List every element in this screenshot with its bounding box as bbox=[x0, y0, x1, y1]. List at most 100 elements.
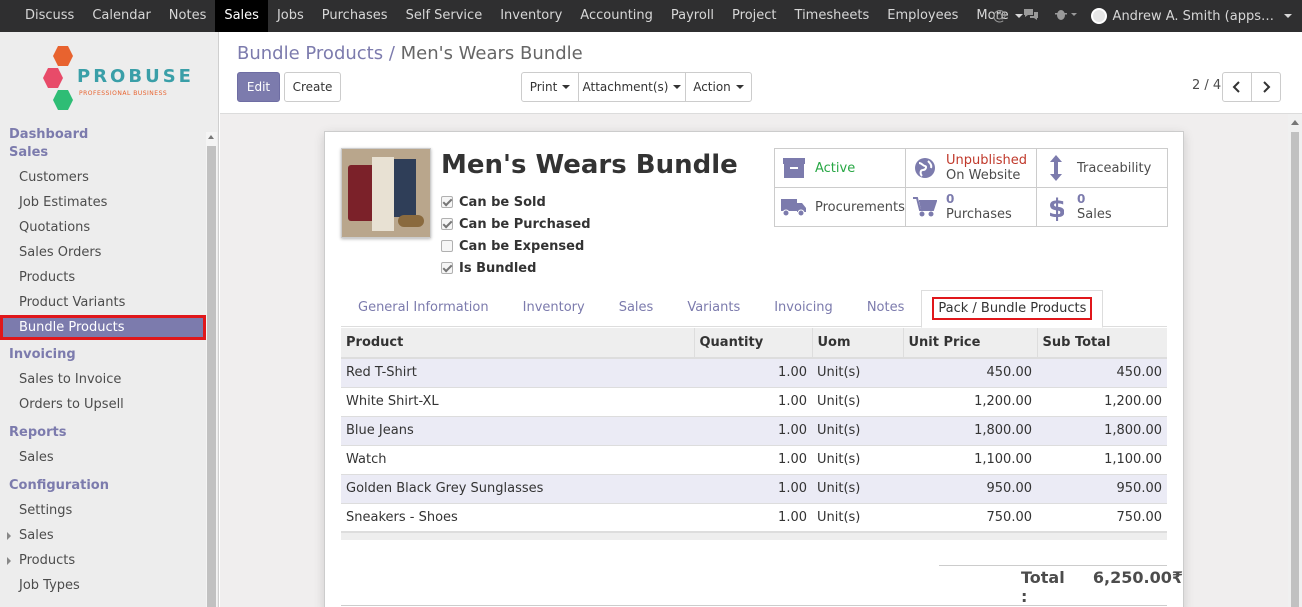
table-row[interactable]: Watch 1.00 Unit(s) 1,100.00 1,100.00 bbox=[341, 444, 1167, 474]
bug-icon[interactable] bbox=[1047, 7, 1085, 25]
table-row[interactable]: Golden Black Grey Sunglasses 1.00 Unit(s… bbox=[341, 473, 1167, 503]
edit-button[interactable]: Edit bbox=[237, 72, 280, 102]
sidebar-item-orders-to-upsell[interactable]: Orders to Upsell bbox=[0, 392, 218, 417]
breadcrumb-separator: / bbox=[383, 43, 401, 64]
breadcrumb-parent[interactable]: Bundle Products bbox=[237, 43, 383, 64]
form-view: Men's Wears Bundle Can be Sold Can be Pu… bbox=[220, 113, 1302, 607]
sidebar-item-quotations[interactable]: Quotations bbox=[0, 215, 218, 240]
top-navbar: Discuss Calendar Notes Sales Jobs Purcha… bbox=[0, 0, 1302, 32]
menu-employees[interactable]: Employees bbox=[878, 0, 967, 32]
column-header-unit-price[interactable]: Unit Price bbox=[903, 328, 1038, 359]
caret-down-icon bbox=[735, 85, 744, 89]
pager-previous-button[interactable] bbox=[1222, 72, 1252, 102]
purchases-button[interactable]: 0 Purchases bbox=[906, 188, 1037, 227]
app-menu: Discuss Calendar Notes Sales Jobs Purcha… bbox=[0, 0, 1032, 32]
cell-unit-price: 450.00 bbox=[903, 357, 1037, 387]
action-button[interactable]: Action bbox=[685, 72, 752, 102]
menu-inventory[interactable]: Inventory bbox=[491, 0, 571, 32]
sidebar-header-reports: Reports bbox=[9, 425, 67, 440]
sidebar-item-bundle-products[interactable]: Bundle Products bbox=[0, 315, 206, 340]
menu-purchases[interactable]: Purchases bbox=[313, 0, 397, 32]
website-publish-button[interactable]: Unpublished On Website bbox=[906, 149, 1037, 188]
cell-uom: Unit(s) bbox=[812, 357, 903, 387]
sidebar-scrollbar[interactable] bbox=[206, 132, 217, 607]
flag-can-be-sold: Can be Sold bbox=[441, 191, 591, 213]
table-row[interactable]: Red T-Shirt 1.00 Unit(s) 450.00 450.00 bbox=[341, 357, 1167, 387]
sidebar-item-products[interactable]: Products bbox=[0, 265, 218, 290]
menu-project[interactable]: Project bbox=[723, 0, 785, 32]
menu-notes[interactable]: Notes bbox=[160, 0, 216, 32]
tab-inventory[interactable]: Inventory bbox=[506, 289, 602, 327]
sales-button[interactable]: $ 0Sales bbox=[1037, 188, 1168, 227]
tab-pack-bundle-products[interactable]: Pack / Bundle Products bbox=[921, 290, 1104, 328]
sidebar-item-settings[interactable]: Settings bbox=[0, 498, 218, 523]
print-button[interactable]: Print bbox=[521, 72, 579, 102]
purchases-count: 0 bbox=[946, 192, 955, 206]
scroll-up-icon[interactable] bbox=[208, 135, 214, 139]
column-header-product[interactable]: Product bbox=[341, 328, 695, 359]
cell-product: Watch bbox=[341, 444, 694, 474]
pager-next-button[interactable] bbox=[1251, 72, 1281, 102]
column-header-sub-total[interactable]: Sub Total bbox=[1037, 328, 1167, 359]
scrollbar-thumb[interactable] bbox=[207, 146, 216, 607]
menu-accounting[interactable]: Accounting bbox=[571, 0, 662, 32]
cell-product: Blue Jeans bbox=[341, 415, 694, 445]
attachments-button[interactable]: Attachment(s) bbox=[578, 72, 686, 102]
menu-payroll[interactable]: Payroll bbox=[662, 0, 723, 32]
menu-timesheets[interactable]: Timesheets bbox=[786, 0, 879, 32]
cell-sub-total: 450.00 bbox=[1037, 357, 1167, 387]
sidebar-item-config-products[interactable]: Products bbox=[0, 548, 218, 573]
sidebar-item-sales-to-invoice[interactable]: Sales to Invoice bbox=[0, 367, 218, 392]
table-row[interactable]: White Shirt-XL 1.00 Unit(s) 1,200.00 1,2… bbox=[341, 386, 1167, 416]
sidebar-item-sales-orders[interactable]: Sales Orders bbox=[0, 240, 218, 265]
procurements-button[interactable]: Procurements bbox=[775, 188, 906, 227]
tab-variants[interactable]: Variants bbox=[670, 289, 757, 327]
column-header-uom[interactable]: Uom bbox=[812, 328, 904, 359]
logo-subtext: PROFESSIONAL BUSINESS bbox=[79, 90, 168, 97]
sidebar-item-label: Sales bbox=[19, 528, 54, 543]
product-image[interactable] bbox=[341, 148, 431, 238]
active-toggle-button[interactable]: Active bbox=[775, 149, 906, 188]
arrows-vertical-icon bbox=[1043, 155, 1069, 181]
chat-icon[interactable] bbox=[1015, 7, 1047, 25]
at-icon[interactable]: @ bbox=[985, 8, 1015, 24]
table-footer bbox=[341, 531, 1167, 540]
tab-notes[interactable]: Notes bbox=[850, 289, 922, 327]
logo-area[interactable]: PROBUSE PROFESSIONAL BUSINESS bbox=[0, 32, 218, 126]
sidebar-item-config-sales[interactable]: Sales bbox=[0, 523, 218, 548]
caret-down-icon bbox=[673, 85, 682, 89]
menu-calendar[interactable]: Calendar bbox=[83, 0, 159, 32]
sidebar-header-dashboard[interactable]: Dashboard bbox=[0, 126, 218, 144]
form-scrollbar[interactable] bbox=[1288, 114, 1302, 607]
bundle-products-table: Product Quantity Uom Unit Price Sub Tota… bbox=[341, 328, 1167, 532]
menu-discuss[interactable]: Discuss bbox=[16, 0, 83, 32]
tab-sales[interactable]: Sales bbox=[602, 289, 671, 327]
menu-jobs[interactable]: Jobs bbox=[268, 0, 313, 32]
cell-product: Golden Black Grey Sunglasses bbox=[341, 473, 694, 503]
table-row[interactable]: Sneakers - Shoes 1.00 Unit(s) 750.00 750… bbox=[341, 502, 1167, 532]
cell-unit-price: 1,100.00 bbox=[903, 444, 1037, 474]
create-button[interactable]: Create bbox=[284, 72, 341, 102]
archive-icon bbox=[781, 157, 807, 179]
column-header-quantity[interactable]: Quantity bbox=[694, 328, 813, 359]
sidebar-item-reports-sales[interactable]: Sales bbox=[0, 445, 218, 470]
sidebar-item-product-variants[interactable]: Product Variants bbox=[0, 290, 218, 315]
cell-sub-total: 1,800.00 bbox=[1037, 415, 1167, 445]
cell-quantity: 1.00 bbox=[694, 415, 812, 445]
table-row[interactable]: Blue Jeans 1.00 Unit(s) 1,800.00 1,800.0… bbox=[341, 415, 1167, 445]
menu-self-service[interactable]: Self Service bbox=[397, 0, 492, 32]
scroll-up-icon[interactable] bbox=[1291, 120, 1299, 125]
menu-sales[interactable]: Sales bbox=[215, 0, 268, 32]
sidebar-nav: Dashboard Sales Customers Job Estimates … bbox=[0, 126, 218, 598]
sidebar-item-job-types[interactable]: Job Types bbox=[0, 573, 218, 598]
sidebar-item-customers[interactable]: Customers bbox=[0, 165, 218, 190]
scrollbar-thumb[interactable] bbox=[1291, 132, 1299, 607]
cell-uom: Unit(s) bbox=[812, 444, 903, 474]
sidebar-item-job-estimates[interactable]: Job Estimates bbox=[0, 190, 218, 215]
tab-invoicing[interactable]: Invoicing bbox=[757, 289, 850, 327]
tab-general-information[interactable]: General Information bbox=[341, 289, 506, 327]
cell-uom: Unit(s) bbox=[812, 473, 903, 503]
traceability-button[interactable]: Traceability bbox=[1037, 149, 1168, 188]
user-menu[interactable]: Andrew A. Smith (apps… bbox=[1085, 8, 1302, 24]
cell-quantity: 1.00 bbox=[694, 473, 812, 503]
